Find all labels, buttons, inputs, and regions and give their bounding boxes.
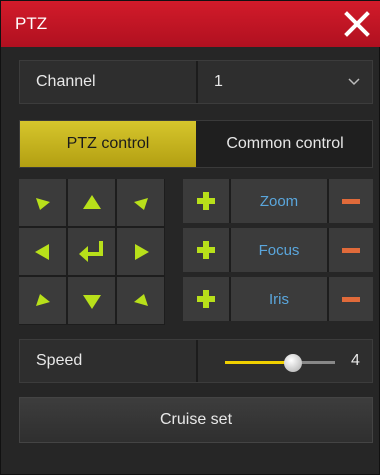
arrow-left-icon [34,243,49,260]
channel-label: Channel [36,73,96,90]
iris-label: Iris [231,277,327,321]
arrow-up-icon [82,194,101,209]
ptz-panel: PTZ Channel 1 PTZ control Common control [0,0,380,475]
plus-icon [197,241,215,259]
reset-button[interactable] [68,228,115,275]
focus-row: Focus [183,228,373,272]
arrow-down-icon [82,294,101,309]
pan-down-left-button[interactable] [19,277,66,324]
tab-ptz-control[interactable]: PTZ control [20,121,196,167]
cruise-set-button[interactable]: Cruise set [19,397,373,443]
speed-row: Speed 4 [19,339,373,383]
focus-near-button[interactable] [183,228,229,272]
pan-left-button[interactable] [19,228,66,275]
control-tabs: PTZ control Common control [19,120,373,168]
focus-far-button[interactable] [329,228,373,272]
pan-down-right-button[interactable] [117,277,164,324]
chevron-down-icon [348,78,360,86]
arrow-up-left-icon [35,197,50,210]
speed-label: Speed [36,352,83,369]
focus-label: Focus [231,228,327,272]
return-icon [78,240,103,262]
channel-value: 1 [214,73,223,90]
minus-icon [342,198,360,204]
pan-up-right-button[interactable] [117,179,164,226]
tilt-down-button[interactable] [68,277,115,324]
arrow-up-right-icon [133,197,148,210]
tab-common-control[interactable]: Common control [198,121,372,167]
zoom-label: Zoom [231,179,327,223]
zoom-in-button[interactable] [183,179,229,223]
speed-slider-fill [225,361,294,364]
title-bar: PTZ [1,1,380,47]
arrow-down-right-icon [133,293,148,306]
speed-value: 4 [351,352,360,369]
minus-icon [342,296,360,302]
pan-right-button[interactable] [117,228,164,275]
pan-up-left-button[interactable] [19,179,66,226]
channel-row: Channel 1 [19,60,373,104]
iris-open-button[interactable] [183,277,229,321]
channel-select[interactable]: 1 [198,61,372,103]
plus-icon [197,192,215,210]
close-icon[interactable] [341,8,373,40]
slider-thumb-icon[interactable] [284,354,303,372]
speed-slider[interactable] [225,354,335,372]
iris-row: Iris [183,277,373,321]
tilt-up-button[interactable] [68,179,115,226]
divider [196,340,198,382]
zoom-out-button[interactable] [329,179,373,223]
arrow-right-icon [134,243,149,260]
plus-icon [197,290,215,308]
window-title: PTZ [15,14,48,33]
zoom-row: Zoom [183,179,373,223]
arrow-down-left-icon [35,293,50,306]
minus-icon [342,247,360,253]
direction-pad [19,179,165,325]
iris-close-button[interactable] [329,277,373,321]
